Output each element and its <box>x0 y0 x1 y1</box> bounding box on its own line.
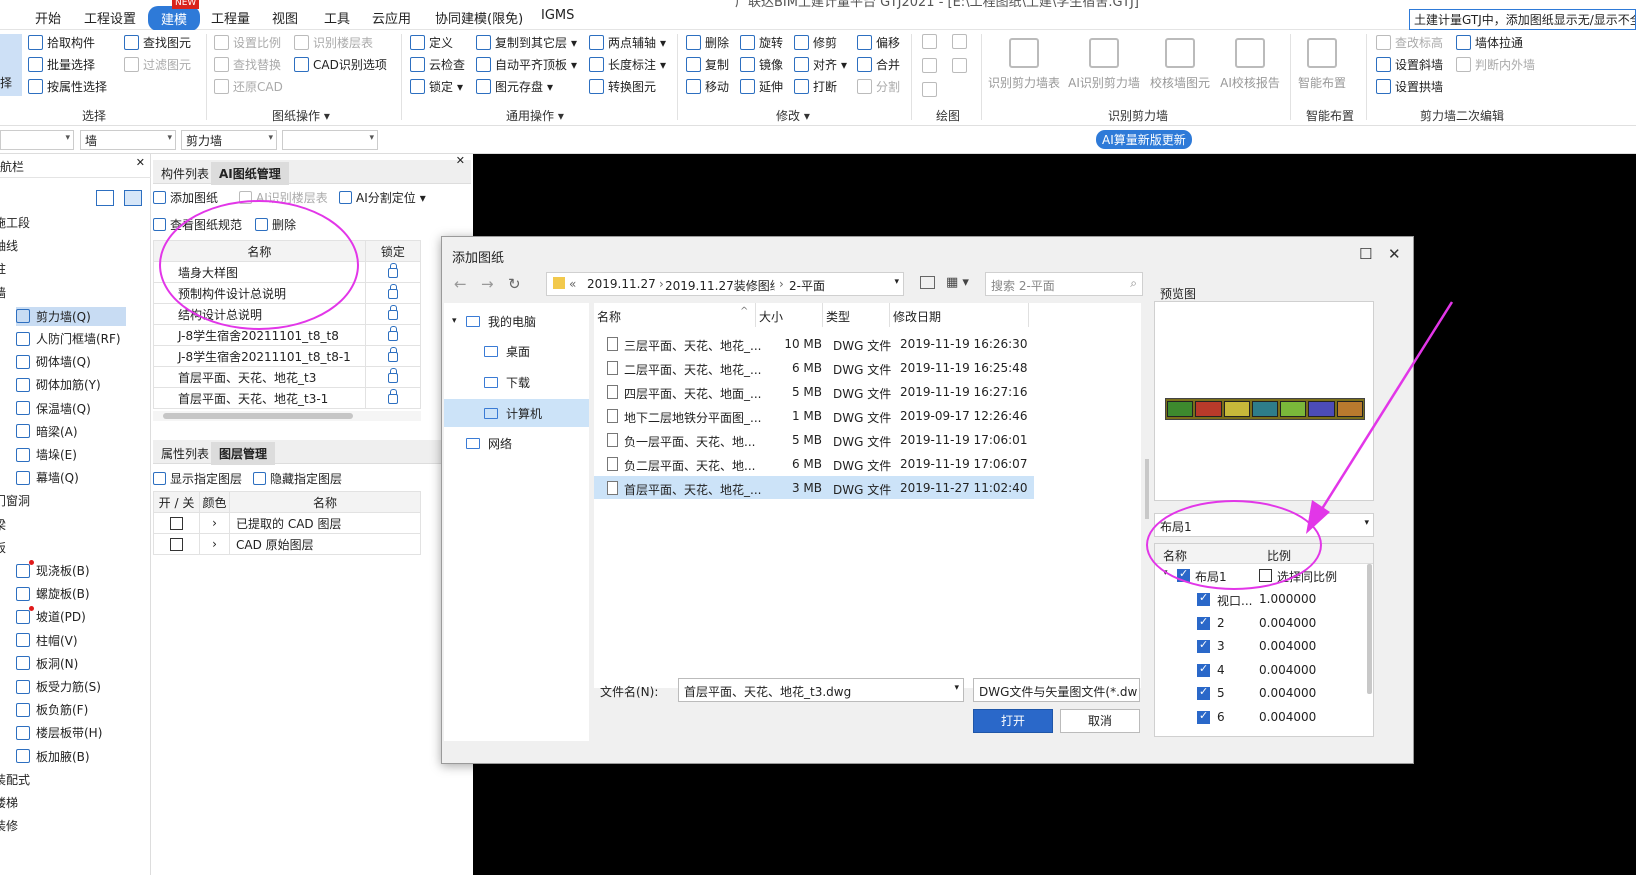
arrow-shaft <box>1318 301 1454 513</box>
arrow-head <box>1306 500 1330 534</box>
annotation-arrow <box>1306 301 1454 534</box>
